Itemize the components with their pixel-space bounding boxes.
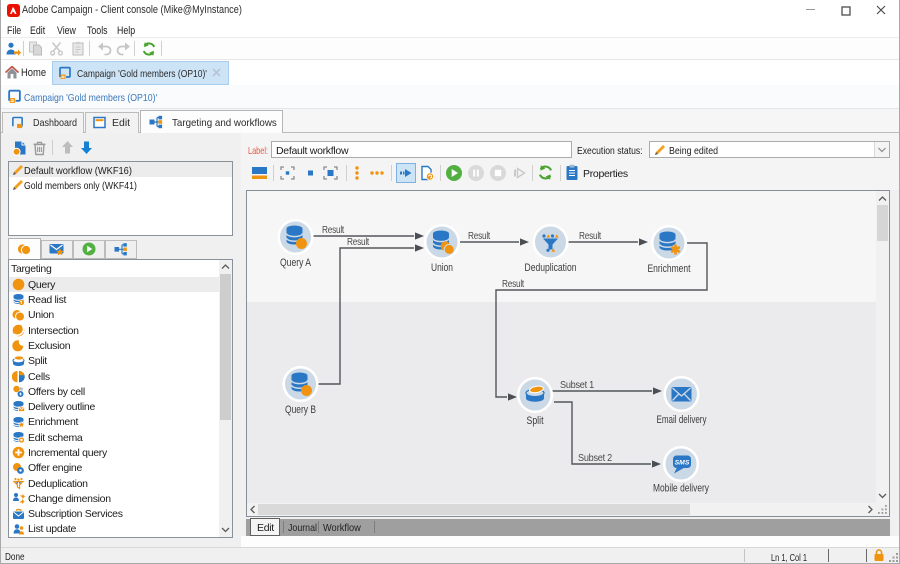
svg-text:Split: Split <box>527 415 544 427</box>
svg-text:Deduplication: Deduplication <box>525 262 577 274</box>
svg-text:Query B: Query B <box>285 404 316 416</box>
svg-text:Enrichment: Enrichment <box>648 263 691 275</box>
svg-text:Result: Result <box>579 230 601 242</box>
svg-text:Result: Result <box>468 230 490 242</box>
svg-text:Subset 1: Subset 1 <box>560 379 594 391</box>
svg-text:Result: Result <box>347 236 369 248</box>
svg-text:Mobile delivery: Mobile delivery <box>653 483 709 495</box>
svg-text:Result: Result <box>322 224 344 236</box>
svg-text:SMS: SMS <box>675 459 690 466</box>
svg-text:Query A: Query A <box>280 257 312 269</box>
svg-text:Result: Result <box>502 278 524 290</box>
svg-text:Subset 2: Subset 2 <box>578 452 612 464</box>
svg-text:Union: Union <box>431 262 453 274</box>
svg-text:Email delivery: Email delivery <box>657 414 707 426</box>
